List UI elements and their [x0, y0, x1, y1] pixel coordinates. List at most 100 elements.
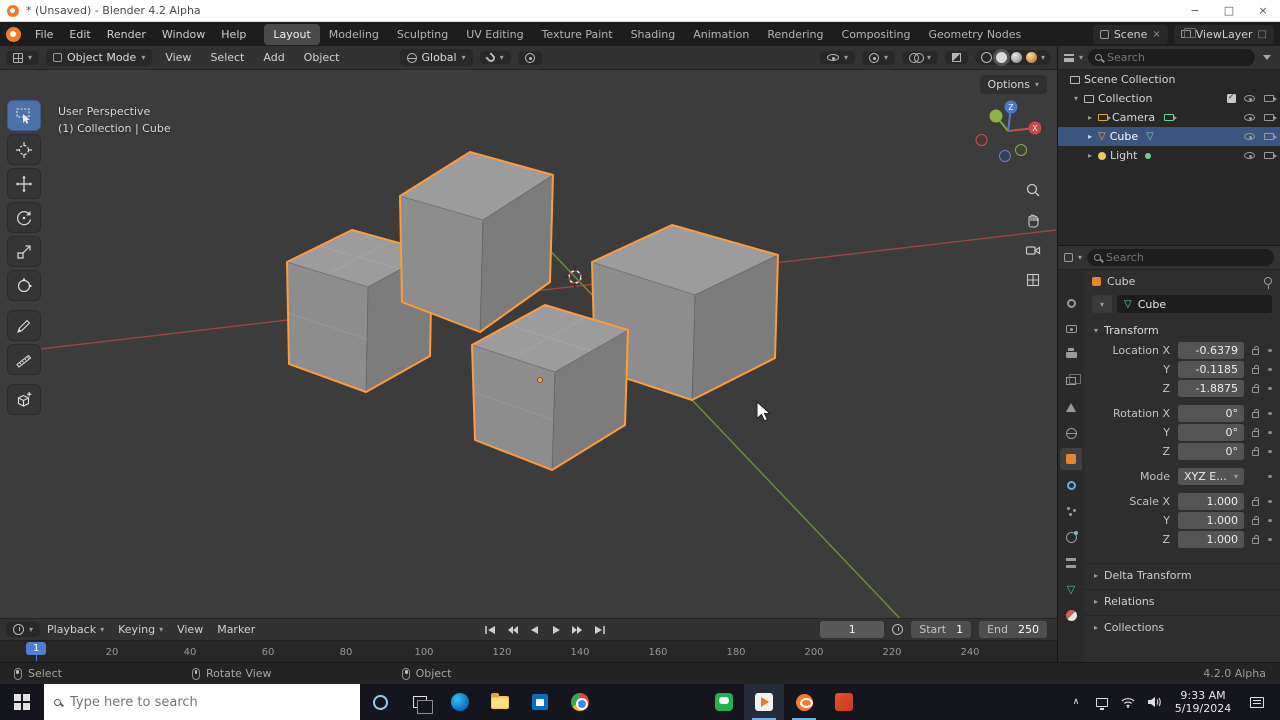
menu-add[interactable]: Add — [257, 48, 290, 67]
gizmos-dropdown[interactable]: ▾ — [861, 50, 895, 65]
add-cube-tool[interactable] — [7, 384, 41, 415]
red-app-button[interactable] — [824, 684, 864, 720]
tab-render[interactable] — [1060, 318, 1082, 340]
tab-layout[interactable]: Layout — [264, 23, 320, 45]
disable-in-render-icon[interactable] — [1264, 152, 1277, 159]
network-tray-button[interactable] — [1115, 684, 1141, 720]
tab-output[interactable] — [1060, 344, 1082, 366]
menu-select[interactable]: Select — [204, 48, 250, 67]
rotate-tool[interactable] — [7, 202, 41, 233]
playhead-marker[interactable]: 1 — [26, 642, 47, 661]
scale-z-field[interactable]: 1.000 — [1178, 531, 1244, 548]
rotation-y-field[interactable]: 0° — [1178, 424, 1244, 441]
toggle-ortho-button[interactable] — [1021, 268, 1045, 292]
animate-dot[interactable] — [1268, 411, 1272, 416]
rotation-z-field[interactable]: 0° — [1178, 443, 1244, 460]
next-keyframe-button[interactable] — [568, 621, 588, 639]
volume-tray-button[interactable] — [1141, 684, 1167, 720]
axis-negx-ball[interactable] — [975, 134, 988, 146]
animate-dot[interactable] — [1268, 499, 1272, 504]
lock-icon[interactable] — [1252, 535, 1259, 544]
mode-selector[interactable]: Object Mode ▾ — [46, 49, 153, 66]
menu-timeline-view[interactable]: View — [170, 620, 210, 639]
axis-y-ball[interactable] — [989, 109, 1003, 123]
3d-viewport[interactable]: User Perspective (1) Collection | Cube O… — [0, 70, 1057, 618]
tab-particles[interactable] — [1060, 500, 1082, 522]
tab-uv-editing[interactable]: UV Editing — [457, 24, 532, 45]
outliner-row-scene-collection[interactable]: Scene Collection — [1058, 70, 1280, 89]
play-reverse-button[interactable] — [524, 621, 544, 639]
cube-front[interactable] — [471, 304, 629, 471]
overlays-dropdown[interactable]: ▾ — [901, 51, 938, 64]
current-frame-field[interactable]: 1 — [820, 621, 885, 638]
options-dropdown[interactable]: Options ▾ — [979, 75, 1047, 94]
outliner-row-cube[interactable]: ▸ ▽ Cube ▽ — [1058, 127, 1280, 146]
tray-expand-button[interactable]: ∧ — [1063, 684, 1089, 720]
menu-playback[interactable]: Playback ▾ — [40, 620, 111, 639]
navigation-gizmo[interactable]: X Z — [975, 98, 1042, 164]
new-viewlayer-icon[interactable]: □ — [1258, 29, 1267, 40]
animate-dot[interactable] — [1268, 386, 1272, 391]
outliner-search[interactable] — [1088, 49, 1255, 66]
tab-view-layer[interactable] — [1060, 370, 1082, 392]
material-shading-button[interactable] — [1010, 52, 1022, 63]
disable-in-render-icon[interactable] — [1264, 133, 1277, 140]
expand-icon[interactable]: ▾ — [1072, 94, 1080, 103]
media-app-button[interactable] — [744, 684, 784, 720]
menu-view[interactable]: View — [159, 48, 197, 67]
move-tool[interactable] — [7, 168, 41, 199]
tab-constraints[interactable] — [1060, 552, 1082, 574]
axis-negy-ball[interactable] — [1015, 144, 1027, 156]
timeline-ruler[interactable]: 1 20 40 60 80 100 120 140 160 180 200 22… — [0, 640, 1057, 662]
camera-view-button[interactable] — [1021, 238, 1045, 262]
transform-tool[interactable] — [7, 270, 41, 301]
tab-sculpting[interactable]: Sculpting — [388, 24, 457, 45]
rotation-x-field[interactable]: 0° — [1178, 405, 1244, 422]
unlink-scene-icon[interactable]: × — [1152, 29, 1160, 40]
lock-icon[interactable] — [1252, 346, 1259, 355]
tab-tool[interactable] — [1060, 292, 1082, 314]
tab-material[interactable] — [1060, 604, 1082, 626]
blender-app-button[interactable] — [784, 684, 824, 720]
zoom-button[interactable] — [1021, 178, 1045, 202]
tab-modifiers[interactable] — [1060, 474, 1082, 496]
frame-start-field[interactable]: Start 1 — [911, 621, 972, 638]
outliner-search-input[interactable] — [1107, 51, 1248, 64]
tab-shading[interactable]: Shading — [622, 24, 685, 45]
edge-button[interactable] — [440, 684, 480, 720]
chat-app-button[interactable] — [704, 684, 744, 720]
hide-in-viewport-icon[interactable] — [1244, 133, 1255, 140]
location-z-field[interactable]: -1.8875 — [1178, 380, 1244, 397]
relations-section[interactable]: ▸ Relations — [1084, 589, 1280, 613]
cursor-tool[interactable] — [7, 134, 41, 165]
menu-marker[interactable]: Marker — [210, 620, 262, 639]
maximize-button[interactable]: □ — [1212, 0, 1246, 21]
file-explorer-button[interactable] — [480, 684, 520, 720]
lock-icon[interactable] — [1252, 428, 1259, 437]
pin-icon[interactable] — [1264, 277, 1272, 289]
tab-modeling[interactable]: Modeling — [320, 24, 388, 45]
task-view-button[interactable] — [400, 684, 440, 720]
collections-section[interactable]: ▸ Collections — [1084, 615, 1280, 639]
lock-icon[interactable] — [1252, 365, 1259, 374]
transform-section-header[interactable]: ▾ Transform — [1084, 319, 1280, 341]
action-center-button[interactable] — [1239, 696, 1275, 708]
menu-help[interactable]: Help — [213, 24, 254, 45]
properties-editor-icon[interactable] — [1064, 253, 1073, 262]
prev-keyframe-button[interactable] — [502, 621, 522, 639]
scale-y-field[interactable]: 1.000 — [1178, 512, 1244, 529]
menu-window[interactable]: Window — [154, 24, 213, 45]
outliner-row-camera[interactable]: ▸ Camera — [1058, 108, 1280, 127]
xray-toggle[interactable] — [944, 51, 968, 64]
tab-compositing[interactable]: Compositing — [833, 24, 920, 45]
use-preview-range-icon[interactable] — [892, 624, 904, 635]
tab-texture-paint[interactable]: Texture Paint — [533, 24, 622, 45]
annotate-tool[interactable] — [7, 310, 41, 341]
filter-icon[interactable] — [1263, 55, 1271, 60]
lock-icon[interactable] — [1252, 447, 1259, 456]
viewport-canvas[interactable] — [0, 70, 1057, 618]
menu-file[interactable]: File — [27, 24, 61, 45]
outliner-editor-icon[interactable] — [1064, 53, 1074, 62]
animate-dot[interactable] — [1268, 474, 1272, 479]
tab-geometry-nodes[interactable]: Geometry Nodes — [919, 24, 1030, 45]
